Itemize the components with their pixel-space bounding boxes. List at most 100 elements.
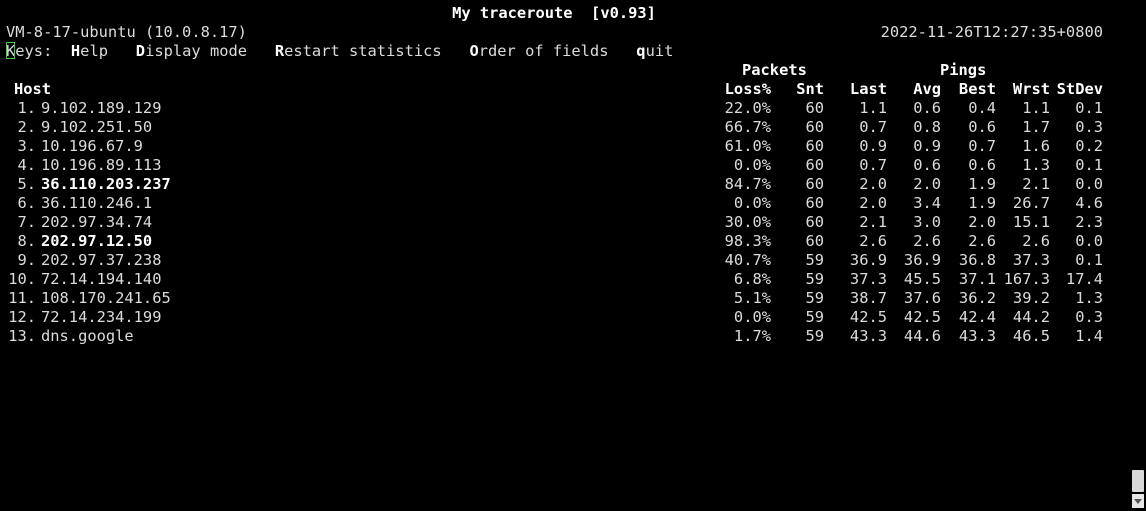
hop-host: 108.170.241.65 xyxy=(41,289,171,307)
hop-host: 202.97.37.238 xyxy=(41,251,162,269)
hop-number: 1. xyxy=(17,99,36,117)
hop-avg-value: 0.9 xyxy=(913,137,941,155)
hop-best-value: 1.9 xyxy=(968,194,996,212)
hop-last-value: 2.0 xyxy=(859,194,887,212)
hop-number: 2. xyxy=(17,118,36,136)
hop-last-value: 2.0 xyxy=(859,175,887,193)
hop-number: 9. xyxy=(17,251,36,269)
hop-loss-value: 6.8% xyxy=(733,270,771,288)
hop-stdev-value: 17.4 xyxy=(1065,270,1103,288)
hop-wrst-value: 167.3 xyxy=(1003,270,1050,288)
hop-number: 8. xyxy=(17,232,36,250)
hop-wrst-value: 44.2 xyxy=(1012,308,1050,326)
column-header-best: Best xyxy=(958,80,996,98)
hop-snt-value: 60 xyxy=(805,99,824,117)
hop-wrst-value: 1.6 xyxy=(1022,137,1050,155)
hop-best-value: 37.1 xyxy=(958,270,996,288)
hop-stdev-value: 2.3 xyxy=(1075,213,1103,231)
hop-loss-value: 0.0% xyxy=(733,194,771,212)
hop-wrst-value: 46.5 xyxy=(1012,327,1050,345)
hop-stdev-value: 0.3 xyxy=(1075,118,1103,136)
hop-loss-value: 22.0% xyxy=(724,99,771,117)
hop-snt-value: 60 xyxy=(805,232,824,250)
hop-host: 10.196.89.113 xyxy=(41,156,162,174)
column-header-snt: Snt xyxy=(796,80,824,98)
hop-host: 36.110.203.237 xyxy=(41,175,171,193)
app-title: My traceroute [v0.93] xyxy=(452,4,656,22)
hop-best-value: 36.2 xyxy=(958,289,996,307)
column-header-wrst: Wrst xyxy=(1012,80,1050,98)
hop-host: 202.97.12.50 xyxy=(41,232,153,250)
hop-loss-value: 0.0% xyxy=(733,156,771,174)
hop-stdev-value: 0.3 xyxy=(1075,308,1103,326)
key-order-of-fields[interactable]: Order of fields xyxy=(469,42,608,60)
hop-loss-value: 84.7% xyxy=(724,175,771,193)
hop-snt-value: 60 xyxy=(805,118,824,136)
hop-avg-value: 2.6 xyxy=(913,232,941,250)
hop-stdev-value: 0.1 xyxy=(1075,99,1103,117)
timestamp: 2022-11-26T12:27:35+0800 xyxy=(880,23,1103,41)
key-quit[interactable]: quit xyxy=(636,42,673,60)
hop-number: 7. xyxy=(17,213,36,231)
hop-snt-value: 60 xyxy=(805,156,824,174)
hop-number: 5. xyxy=(17,175,36,193)
hop-avg-value: 44.6 xyxy=(903,327,941,345)
hop-host: 72.14.194.140 xyxy=(41,270,162,288)
hop-wrst-value: 1.1 xyxy=(1022,99,1050,117)
column-header-loss: Loss% xyxy=(724,80,771,98)
hop-loss-value: 30.0% xyxy=(724,213,771,231)
group-header-pings: Pings xyxy=(940,61,987,79)
hop-last-value: 2.6 xyxy=(859,232,887,250)
hop-stdev-value: 0.1 xyxy=(1075,156,1103,174)
hop-snt-value: 59 xyxy=(805,251,824,269)
hop-wrst-value: 15.1 xyxy=(1012,213,1050,231)
hop-best-value: 0.4 xyxy=(968,99,996,117)
hop-avg-value: 0.6 xyxy=(913,99,941,117)
hop-snt-value: 59 xyxy=(805,327,824,345)
hop-wrst-value: 39.2 xyxy=(1012,289,1050,307)
hop-wrst-value: 37.3 xyxy=(1012,251,1050,269)
scrollbar-thumb[interactable] xyxy=(1132,470,1144,492)
hop-last-value: 43.3 xyxy=(849,327,887,345)
hop-snt-value: 59 xyxy=(805,308,824,326)
hop-snt-value: 59 xyxy=(805,270,824,288)
hop-loss-value: 98.3% xyxy=(724,232,771,250)
hop-avg-value: 36.9 xyxy=(903,251,941,269)
hop-loss-value: 0.0% xyxy=(733,308,771,326)
hop-avg-value: 0.8 xyxy=(913,118,941,136)
key-help[interactable]: Help xyxy=(71,42,108,60)
hop-last-value: 0.9 xyxy=(859,137,887,155)
hop-snt-value: 60 xyxy=(805,213,824,231)
hop-wrst-value: 1.7 xyxy=(1022,118,1050,136)
hop-avg-value: 37.6 xyxy=(903,289,941,307)
hop-best-value: 2.0 xyxy=(968,213,996,231)
hop-avg-value: 3.0 xyxy=(913,213,941,231)
hop-host: 36.110.246.1 xyxy=(41,194,153,212)
hop-avg-value: 3.4 xyxy=(913,194,941,212)
hop-number: 10. xyxy=(8,270,36,288)
hop-best-value: 0.6 xyxy=(968,118,996,136)
hop-best-value: 42.4 xyxy=(958,308,996,326)
key-display-mode[interactable]: Display mode xyxy=(136,42,247,60)
key-restart-statistics[interactable]: Restart statistics xyxy=(275,42,442,60)
hop-host: dns.google xyxy=(41,327,134,345)
hop-best-value: 1.9 xyxy=(968,175,996,193)
vertical-scrollbar[interactable] xyxy=(1128,0,1146,511)
column-header-avg: Avg xyxy=(913,80,941,98)
hop-number: 12. xyxy=(8,308,36,326)
hop-last-value: 38.7 xyxy=(849,289,887,307)
hop-best-value: 0.6 xyxy=(968,156,996,174)
hop-stdev-value: 1.4 xyxy=(1075,327,1103,345)
column-header-host: Host xyxy=(14,80,52,98)
scroll-down-arrow-icon[interactable] xyxy=(1132,494,1144,508)
hop-last-value: 0.7 xyxy=(859,118,887,136)
keys-bar: Keys: Help Display mode Restart statisti… xyxy=(6,42,673,61)
hop-best-value: 2.6 xyxy=(968,232,996,250)
hop-host: 9.102.251.50 xyxy=(41,118,153,136)
hop-last-value: 37.3 xyxy=(849,270,887,288)
hop-wrst-value: 1.3 xyxy=(1022,156,1050,174)
hop-host: 202.97.34.74 xyxy=(41,213,153,231)
hop-number: 6. xyxy=(17,194,36,212)
hop-loss-value: 40.7% xyxy=(724,251,771,269)
hop-stdev-value: 0.0 xyxy=(1075,175,1103,193)
